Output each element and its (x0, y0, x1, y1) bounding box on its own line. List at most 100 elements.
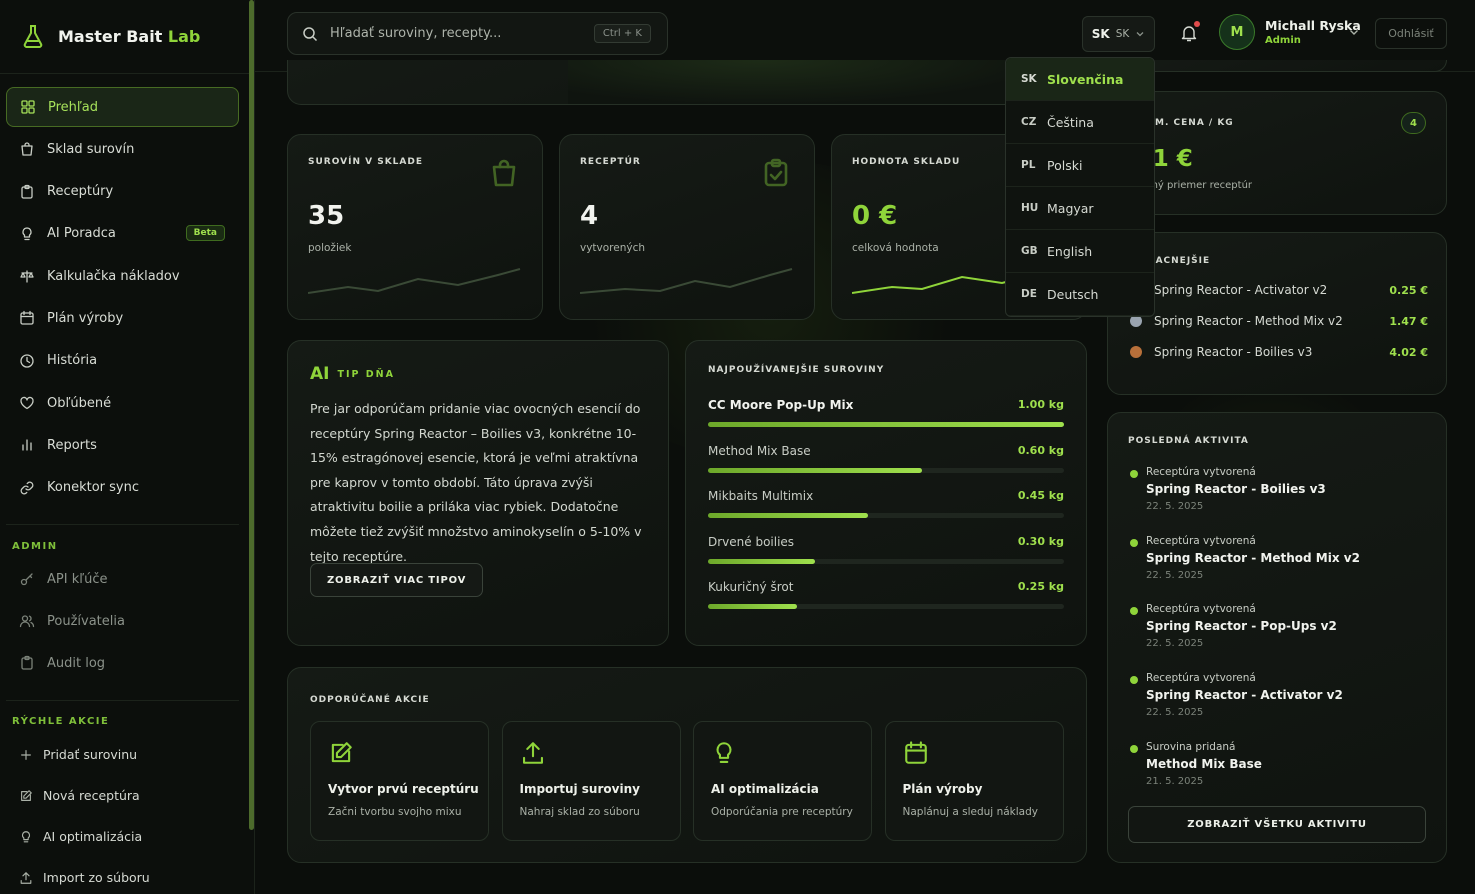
usage-bar-fill (708, 558, 815, 564)
ingredient-usage-row: CC Moore Pop-Up Mix 1.00 kg (708, 398, 1064, 427)
more-tips-button[interactable]: ZOBRAZIŤ VIAC TIPOV (310, 563, 484, 597)
cheapest-recipe-row[interactable]: Spring Reactor - Activator v2 0.25 € (1130, 283, 1428, 297)
user-role: Admin (1265, 35, 1301, 46)
ingredient-name: Method Mix Base (708, 443, 811, 458)
stat-subtitle: položiek (308, 242, 352, 254)
ingredient-name: Kukuričný šrot (708, 580, 794, 594)
activity-dot (1130, 538, 1138, 547)
search-shortcut: Ctrl + K (593, 24, 651, 43)
action-title: Vytvor prvú receptúru (328, 782, 479, 796)
usage-bar-track (708, 558, 1064, 564)
activity-date: 21. 5. 2025 (1146, 775, 1204, 787)
language-selector[interactable]: SK SK (1082, 16, 1155, 52)
edit-icon (19, 789, 33, 803)
upload-icon (520, 740, 546, 766)
sidebar-item-oblubene[interactable]: Obľúbené (6, 383, 239, 423)
quick-action-item[interactable]: Import zo súboru (6, 857, 239, 894)
most-used-title: NAJPOUŽÍVANEJŠIE SUROVINY (708, 365, 885, 375)
recommended-action-card[interactable]: Plán výroby Naplánuj a sleduj náklady (884, 721, 1064, 841)
avg-count-badge: 4 (1401, 112, 1426, 134)
sidebar-item-reports[interactable]: Reports (6, 425, 239, 465)
sidebar-item-prehlad[interactable]: Prehľad (6, 87, 239, 127)
activity-date: 22. 5. 2025 (1146, 501, 1204, 512)
activity-dot (1130, 607, 1138, 616)
recommended-action-card[interactable]: AI optimalizácia Odporúčania pre receptúr… (693, 721, 872, 841)
sidebar-item-ai-poradca[interactable]: AI Poradca Beta (6, 214, 239, 254)
activity-dot (1130, 470, 1138, 478)
quick-action-item[interactable]: Nová receptúra (6, 775, 239, 816)
bag-icon (488, 157, 520, 193)
show-all-activity-button[interactable]: ZOBRAZIŤ VŠETKU AKTIVITU (1128, 806, 1426, 843)
usage-bar-fill (708, 604, 797, 609)
logout-button[interactable]: Odhlásiť (1375, 18, 1447, 49)
action-subtitle: Začni tvorbu svojho mixu (328, 806, 462, 818)
link-icon (19, 480, 35, 496)
hero-image (568, 60, 1046, 104)
recommended-action-card[interactable]: Vytvor prvú receptúru Začni tvorbu svojho… (310, 721, 489, 841)
activity-name: Spring Reactor - Activator v2 (1146, 688, 1343, 703)
language-option-name: Deutsch (1047, 286, 1099, 302)
language-option-cz[interactable]: CZ Čeština (1006, 101, 1154, 144)
search-input[interactable]: Hľadať suroviny, recepty... Ctrl + K (287, 12, 668, 55)
activity-name: Spring Reactor - Method Mix v2 (1146, 550, 1360, 565)
cheapest-recipe-row[interactable]: Spring Reactor - Boilies v3 4.02 € (1130, 345, 1428, 359)
admin-item[interactable]: API kľúče (6, 558, 239, 600)
activity-name: Method Mix Base (1146, 756, 1262, 771)
language-option-pl[interactable]: PL Polski (1006, 144, 1154, 187)
stat-label: HODNOTA SKLADU (852, 157, 961, 167)
sparkline (579, 265, 794, 303)
sidebar-item-receptury[interactable]: Receptúry (6, 172, 239, 212)
cheapest-recipes-card: NAJLACNEJŠIE Spring Reactor - Activator … (1107, 232, 1447, 395)
language-option-gb[interactable]: GB English (1006, 230, 1154, 273)
sidebar-item-sklad-surovin[interactable]: Sklad surovín (6, 129, 239, 169)
quick-action-item[interactable]: Pridať surovinu (6, 734, 239, 775)
language-option-sk[interactable]: SK Slovenčina (1006, 58, 1154, 101)
admin-item[interactable]: Používatelia (6, 600, 239, 642)
recipe-name: Spring Reactor - Boilies v3 (1154, 345, 1313, 359)
quick-action-label: Import zo súboru (43, 870, 150, 885)
language-option-code: GB (1021, 245, 1038, 257)
usage-bar-track (708, 422, 1064, 427)
activity-date: 22. 5. 2025 (1146, 569, 1204, 581)
quick-action-label: AI optimalizácia (43, 829, 143, 844)
usage-bar-track (708, 604, 1064, 609)
key-icon (19, 571, 35, 587)
tip-text: Pre jar odporúčam pridanie viac ovocných… (310, 401, 642, 564)
activity-type: Surovina pridaná (1146, 740, 1236, 753)
admin-item[interactable]: Audit log (6, 642, 239, 684)
language-option-de[interactable]: DE Deutsch (1006, 273, 1154, 316)
sidebar-scrollbar[interactable] (249, 0, 254, 830)
action-subtitle: Nahraj sklad zo súboru (519, 806, 640, 818)
language-option-hu[interactable]: HU Magyar (1006, 187, 1154, 230)
bar-chart-icon (19, 437, 35, 453)
brand-name: Master Bait (58, 26, 163, 46)
ingredient-amount: 0.25 kg (1017, 580, 1064, 593)
language-option-code: SK (1021, 73, 1037, 85)
avatar[interactable]: M (1219, 14, 1255, 50)
quick-section-title: RÝCHLE AKCIE (12, 716, 110, 727)
activity-type: Receptúra vytvorená (1146, 672, 1256, 685)
brand-logo[interactable]: Master Bait Lab (22, 24, 200, 48)
recommended-action-card[interactable]: Importuj suroviny Nahraj sklad zo súboru (501, 721, 681, 841)
clock-icon (19, 353, 35, 369)
activity-type: Receptúra vytvorená (1146, 534, 1256, 547)
sidebar-item-konektor-sync[interactable]: Konektor sync (6, 468, 239, 508)
sidebar-item-label: Plán výroby (47, 310, 124, 326)
quick-action-label: Pridať surovinu (43, 747, 138, 762)
language-option-code: CZ (1021, 116, 1037, 128)
user-name[interactable]: Michall Ryska (1265, 18, 1361, 33)
sidebar-item-kalkulacka-nakladov[interactable]: Kalkulačka nákladov (6, 256, 239, 296)
sidebar-item-plan-vyroby[interactable]: Plán výroby (6, 298, 239, 338)
sidebar-item-label: Receptúry (47, 184, 114, 200)
cheapest-recipe-row[interactable]: Spring Reactor - Method Mix v2 1.47 € (1130, 314, 1428, 328)
chevron-down-icon[interactable] (1348, 26, 1360, 38)
sidebar-item-label: Obľúbené (47, 395, 112, 411)
stat-label: SUROVÍN V SKLADE (308, 157, 423, 167)
sidebar-item-historia[interactable]: História (6, 341, 239, 381)
activity-date: 22. 5. 2025 (1146, 638, 1204, 650)
action-title: AI optimalizácia (711, 782, 819, 796)
recommended-actions-card: ODPORÚČANÉ AKCIE Vytvor prvú receptúru Za… (287, 667, 1087, 863)
quick-action-item[interactable]: AI optimalizácia (6, 816, 239, 857)
quick-actions-nav: Pridať surovinu Nová receptúra AI optimali… (6, 734, 239, 894)
scale-icon (19, 268, 35, 284)
